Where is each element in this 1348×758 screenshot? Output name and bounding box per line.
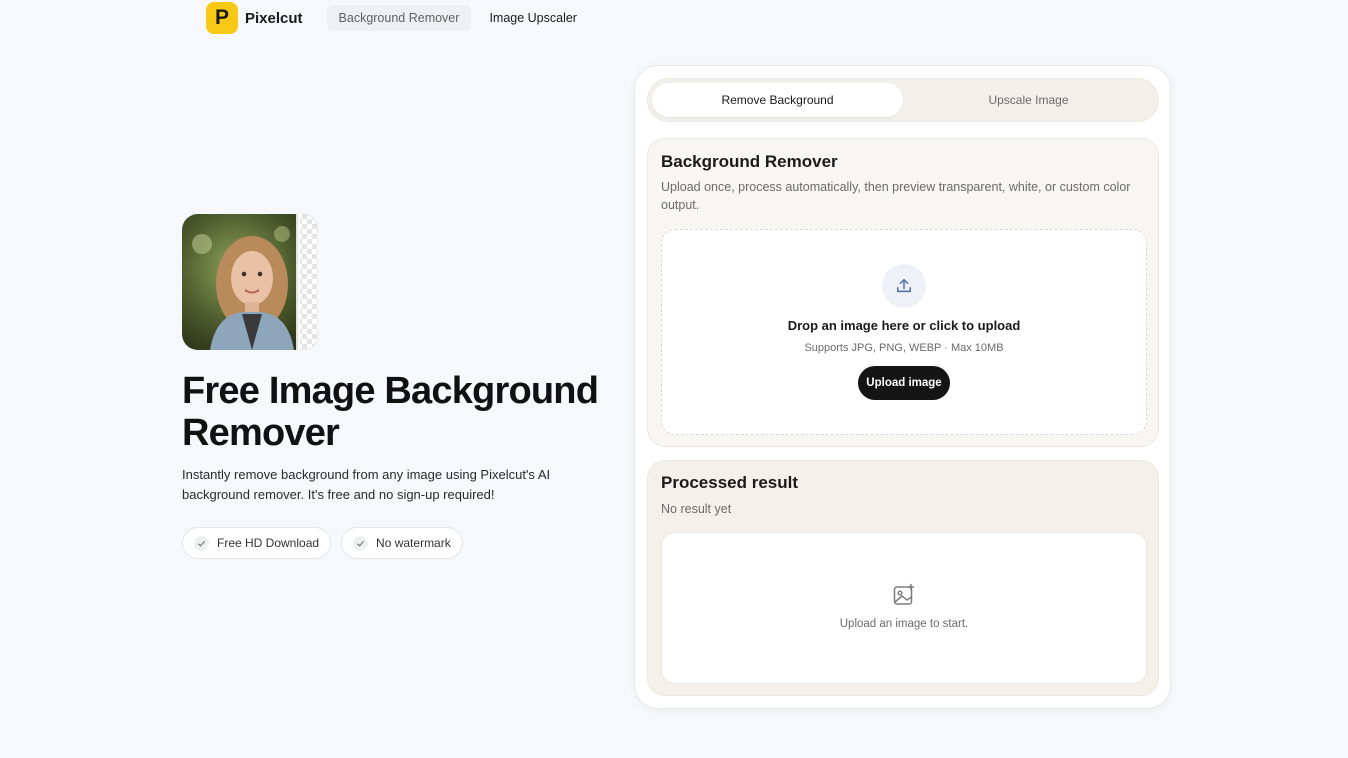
brand-name[interactable]: Pixelcut xyxy=(245,10,303,27)
logo-icon[interactable]: P xyxy=(206,2,238,34)
hero-sample-image xyxy=(182,214,318,350)
check-icon xyxy=(353,535,369,551)
dropzone-title: Drop an image here or click to upload xyxy=(787,318,1021,333)
nav-link-image-upscaler[interactable]: Image Upscaler xyxy=(477,5,589,31)
result-preview: Upload an image to start. xyxy=(661,532,1147,684)
feature-chip-label: Free HD Download xyxy=(217,536,320,550)
image-add-icon xyxy=(893,583,915,605)
mode-tabs: Remove Background Upscale Image xyxy=(647,78,1159,122)
remover-title: Background Remover xyxy=(661,152,838,171)
result-empty-text: Upload an image to start. xyxy=(839,618,969,630)
tool-card: Remove Background Upscale Image Backgrou… xyxy=(634,65,1171,709)
upload-image-button[interactable]: Upload image xyxy=(858,366,950,400)
feature-chip-label: No watermark xyxy=(376,536,451,550)
tab-upscale-image[interactable]: Upscale Image xyxy=(903,83,1154,117)
result-status: No result yet xyxy=(661,502,732,516)
nav-link-background-remover[interactable]: Background Remover xyxy=(326,5,472,31)
hero-subtitle: Instantly remove background from any ima… xyxy=(182,467,551,502)
feature-chip: Free HD Download xyxy=(182,527,332,559)
dropzone-hint: Supports JPG, PNG, WEBP · Max 10MB xyxy=(804,342,1004,354)
hero-title: Free Image Background Remover xyxy=(182,370,599,454)
result-panel: Processed result No result yet Upload an… xyxy=(647,460,1159,696)
top-nav: P Pixelcut Background Remover Image Upsc… xyxy=(206,2,589,34)
feature-chip: No watermark xyxy=(341,527,463,559)
upload-icon xyxy=(882,264,926,308)
feature-chips: Free HD Download No watermark xyxy=(182,527,463,559)
remover-description: Upload once, process automatically, then… xyxy=(661,180,1131,212)
result-title: Processed result xyxy=(661,473,799,492)
tab-remove-background[interactable]: Remove Background xyxy=(652,83,903,117)
upload-dropzone[interactable]: Drop an image here or click to upload Su… xyxy=(661,229,1147,435)
remover-panel: Background Remover Upload once, process … xyxy=(647,138,1159,447)
check-icon xyxy=(194,535,209,551)
